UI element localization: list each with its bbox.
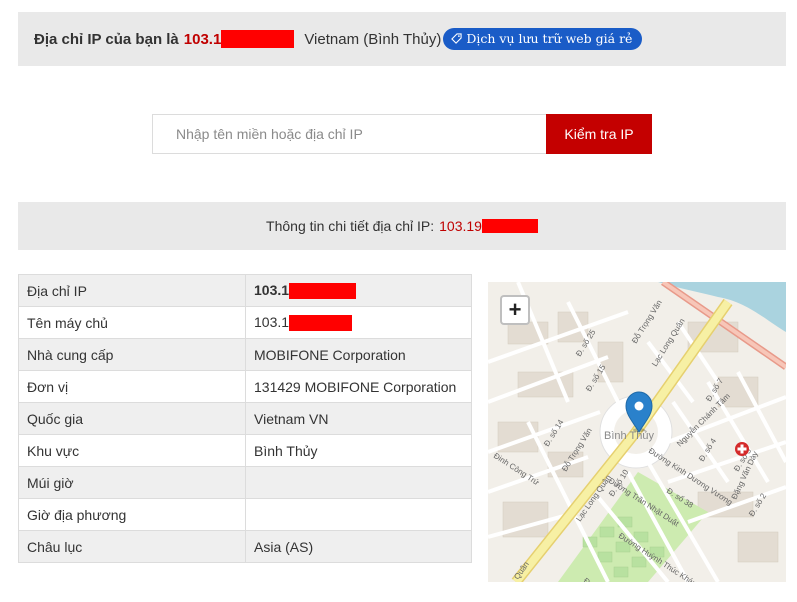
table-row: Quốc gia Vietnam VN xyxy=(18,402,472,435)
your-ip-label: Địa chỉ IP của bạn là xyxy=(34,30,179,48)
row-key: Đơn vị xyxy=(18,370,246,403)
table-row: Đơn vị 131429 MOBIFONE Corporation xyxy=(18,370,472,403)
row-key: Múi giờ xyxy=(18,466,246,499)
row-value: 103.1 xyxy=(245,306,472,339)
row-value xyxy=(245,498,472,531)
map-place-label: Bình Thủy xyxy=(604,430,654,442)
check-ip-button[interactable]: Kiểm tra IP xyxy=(546,114,652,154)
row-value: Vietnam VN xyxy=(245,402,472,435)
your-ip-bar: Địa chỉ IP của bạn là 103.1 Vietnam (Bìn… xyxy=(18,12,786,66)
location-map[interactable]: Lạc Long Quân Lạc Long Quân Đường Đinh C… xyxy=(488,282,786,582)
web-hosting-badge[interactable]: Dịch vụ lưu trữ web giá rẻ xyxy=(443,28,643,50)
ip-info-table: Địa chỉ IP 103.1 Tên máy chủ 103.1 Nhà c… xyxy=(18,274,472,563)
your-country: Vietnam (Bình Thủy) xyxy=(304,30,442,48)
tag-icon xyxy=(451,33,462,44)
ip-search-form: Kiểm tra IP xyxy=(152,114,652,154)
row-value: 131429 MOBIFONE Corporation xyxy=(245,370,472,403)
row-key: Địa chỉ IP xyxy=(18,274,246,307)
row-value: Asia (AS) xyxy=(245,530,472,563)
map-canvas[interactable]: Lạc Long Quân Lạc Long Quân Đường Đinh C… xyxy=(488,282,786,582)
map-zoom-in-button[interactable]: + xyxy=(500,295,530,325)
table-row: Tên máy chủ 103.1 xyxy=(18,306,472,339)
ip-search-input[interactable] xyxy=(152,114,546,154)
row-key: Nhà cung cấp xyxy=(18,338,246,371)
row-value xyxy=(245,466,472,499)
row-key: Tên máy chủ xyxy=(18,306,246,339)
your-ip-value: 103.1 xyxy=(183,30,222,48)
row-key: Châu lục xyxy=(18,530,246,563)
row-value: Bình Thủy xyxy=(245,434,472,467)
ip-detail-value: 103.19 xyxy=(439,218,482,234)
table-row: Địa chỉ IP 103.1 xyxy=(18,274,472,307)
table-row: Giờ địa phương xyxy=(18,498,472,531)
hostname-value: 103.1 xyxy=(254,313,290,330)
ip-redaction xyxy=(289,283,357,300)
ip-redaction xyxy=(221,30,295,48)
table-row: Khu vực Bình Thủy xyxy=(18,434,472,467)
row-key: Giờ địa phương xyxy=(18,498,246,531)
row-key: Khu vực xyxy=(18,434,246,467)
table-row: Múi giờ xyxy=(18,466,472,499)
row-value: 103.1 xyxy=(245,274,472,307)
web-hosting-badge-label: Dịch vụ lưu trữ web giá rẻ xyxy=(466,31,633,46)
table-row: Châu lục Asia (AS) xyxy=(18,530,472,563)
ip-detail-header: Thông tin chi tiết địa chỉ IP: 103.19 xyxy=(18,202,786,250)
ip-detail-label: Thông tin chi tiết địa chỉ IP: xyxy=(266,218,435,234)
ip-address-value: 103.1 xyxy=(254,281,290,298)
row-key: Quốc gia xyxy=(18,402,246,435)
ip-redaction xyxy=(289,315,353,332)
row-value: MOBIFONE Corporation xyxy=(245,338,472,371)
table-row: Nhà cung cấp MOBIFONE Corporation xyxy=(18,338,472,371)
ip-redaction xyxy=(481,219,538,233)
hospital-icon[interactable] xyxy=(735,442,749,456)
